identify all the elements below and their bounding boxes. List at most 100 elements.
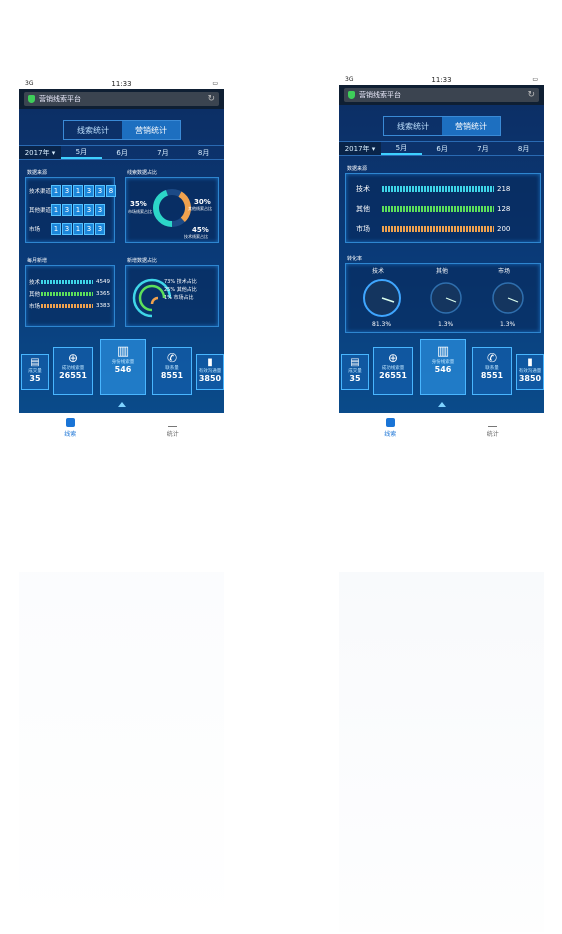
month-tab[interactable]: 5月 xyxy=(61,146,102,159)
nav-item-leads[interactable]: 线索 xyxy=(19,413,122,442)
reload-icon[interactable]: ↻ xyxy=(527,90,535,100)
dock-card[interactable]: ✆ 联系量 8551 xyxy=(152,347,192,395)
nav-item-stats[interactable]: 统计 xyxy=(442,413,545,442)
month-tab[interactable]: 8月 xyxy=(183,146,224,159)
signal-indicator: 3G xyxy=(345,76,354,83)
panel-title: 数据来源 xyxy=(27,170,48,176)
digit: 1 xyxy=(51,204,61,216)
row-value: 3383 xyxy=(96,303,110,309)
month-tab[interactable]: 6月 xyxy=(422,142,463,155)
nav-item-stats[interactable]: 统计 xyxy=(122,413,225,442)
segment-tabs: 线索统计 营销统计 xyxy=(63,120,181,140)
expand-arrow-icon[interactable] xyxy=(118,402,126,407)
document-icon: ▥ xyxy=(116,344,130,359)
month-tab[interactable]: 7月 xyxy=(143,146,184,159)
sources-panel: 技术渠道 131338 其他渠道 13133 市场 13133 xyxy=(25,177,117,243)
bar-fill xyxy=(41,280,93,284)
signal-indicator: 3G xyxy=(25,80,34,87)
tab-marketing-stats[interactable]: 营销统计 xyxy=(442,117,500,135)
phone-icon: ✆ xyxy=(486,351,498,365)
battery-icon: ▭ xyxy=(532,76,538,83)
bar-fill xyxy=(41,292,93,296)
document-icon: ▥ xyxy=(436,344,450,359)
page-title: 营销线索平台 xyxy=(359,91,401,99)
row-value: 218 xyxy=(497,185,511,193)
bar-fill xyxy=(382,226,494,232)
target-icon: ⊕ xyxy=(387,351,399,365)
month-tab[interactable]: 7月 xyxy=(463,142,504,155)
dock-card[interactable]: ⊕ 成功线索量 26551 xyxy=(373,347,413,395)
conversion-panel: 技术 其他 市场 81.3% 1.3% 1.3% xyxy=(345,263,541,333)
bar-row: 市场 200 xyxy=(356,224,510,234)
digit: 3 xyxy=(95,223,105,235)
digit: 3 xyxy=(62,185,72,197)
legend-item: 25% 其他占比 xyxy=(164,287,197,293)
bar-row: 市场 3383 xyxy=(29,302,110,310)
clock: 11:33 xyxy=(431,75,452,84)
digit: 3 xyxy=(62,223,72,235)
source-row: 技术渠道 131338 xyxy=(29,185,117,197)
row-label: 其他 xyxy=(29,292,41,298)
bottom-nav: 线索 统计 xyxy=(339,413,544,442)
card-value: 546 xyxy=(114,365,132,374)
year-selector[interactable]: 2017年 ▾ xyxy=(339,142,381,155)
reload-icon[interactable]: ↻ xyxy=(207,94,215,104)
segment-tabs: 线索统计 营销统计 xyxy=(383,116,501,136)
tab-marketing-stats[interactable]: 营销统计 xyxy=(122,121,180,139)
row-value: 4549 xyxy=(96,279,110,285)
row-label: 其他渠道 xyxy=(29,208,52,214)
gauge-value: 1.3% xyxy=(438,321,454,328)
nav-label: 统计 xyxy=(166,431,179,438)
dock-card-active[interactable]: ▥ 身份线索量 546 xyxy=(100,339,146,395)
gauge-value: 1.3% xyxy=(500,321,516,328)
month-tab[interactable]: 6月 xyxy=(102,146,143,159)
dock-card-active[interactable]: ▥ 身份线索量 546 xyxy=(420,339,466,395)
page-title: 营销线索平台 xyxy=(39,95,81,103)
dock-card[interactable]: ▮ 有效沟通量 3850 xyxy=(196,354,224,390)
row-label: 技术渠道 xyxy=(29,189,52,195)
browser-bar: 营销线索平台 ↻ xyxy=(19,89,224,109)
tab-lead-stats[interactable]: 线索统计 xyxy=(384,117,442,135)
digit: 1 xyxy=(73,185,83,197)
panel-title: 线索数据占比 xyxy=(127,170,158,176)
card-value: 35 xyxy=(29,374,41,383)
row-label: 技术 xyxy=(356,185,370,193)
card-value: 3850 xyxy=(198,374,222,383)
digit: 1 xyxy=(73,204,83,216)
gauge-label: 市场 xyxy=(498,268,511,275)
tab-lead-stats[interactable]: 线索统计 xyxy=(64,121,122,139)
ratio-pct: 35% xyxy=(130,200,147,208)
dock-card[interactable]: ▮ 有效沟通量 3850 xyxy=(516,354,544,390)
digit: 3 xyxy=(84,185,94,197)
digit: 3 xyxy=(62,204,72,216)
shield-icon xyxy=(28,95,35,103)
dock-card[interactable]: ▤ 成交量 35 xyxy=(341,354,369,390)
month-tab[interactable]: 5月 xyxy=(381,142,422,155)
clipboard-icon: ▤ xyxy=(30,357,40,368)
digit: 3 xyxy=(84,204,94,216)
status-bar: 3G 11:33 ▭ xyxy=(339,74,544,85)
digit: 1 xyxy=(51,223,61,235)
dock-card[interactable]: ⊕ 成功线索量 26551 xyxy=(53,347,93,395)
bar-row: 技术 218 xyxy=(356,184,510,194)
month-tab[interactable]: 8月 xyxy=(503,142,544,155)
url-box[interactable]: 营销线索平台 ↻ xyxy=(344,88,539,102)
panel-title: 新增数据占比 xyxy=(127,258,158,264)
month-bar: 2017年 ▾ 5月 6月 7月 8月 xyxy=(339,141,544,156)
month-bar: 2017年 ▾ 5月 6月 7月 8月 xyxy=(19,145,224,160)
dock-card[interactable]: ✆ 联系量 8551 xyxy=(472,347,512,395)
search-icon xyxy=(65,417,75,427)
year-selector[interactable]: 2017年 ▾ xyxy=(19,146,61,159)
panel-title: 转化率 xyxy=(347,256,363,262)
sources-panel: 技术 218 其他 128 市场 200 xyxy=(345,173,541,243)
newratio-panel: 73% 技术占比 25% 其他占比 1% 市场占比 xyxy=(125,265,219,327)
nav-item-leads[interactable]: 线索 xyxy=(339,413,442,442)
dock-card[interactable]: ▤ 成交量 35 xyxy=(21,354,49,390)
expand-arrow-icon[interactable] xyxy=(438,402,446,407)
url-box[interactable]: 营销线索平台 ↻ xyxy=(24,92,219,106)
source-row: 其他渠道 13133 xyxy=(29,204,106,216)
chart-icon xyxy=(488,417,498,427)
ratio-label: 技术线索占比 xyxy=(184,234,208,239)
bar-chart-icon: ▮ xyxy=(527,357,533,368)
legend-item: 1% 市场占比 xyxy=(164,295,194,301)
